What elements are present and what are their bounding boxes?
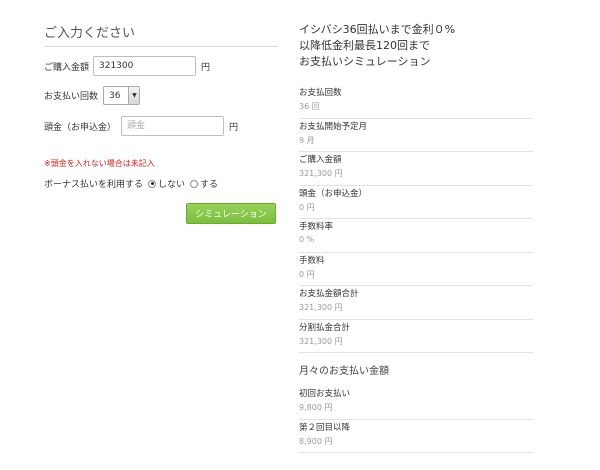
bonus-row: ボーナス払いを利用する しない する xyxy=(44,177,218,190)
price-label: ご購入金額 xyxy=(44,62,90,73)
result-title: イシバシ36回払いまで金利０% 以降低金利最長120回まで お支払いシミュレーシ… xyxy=(299,22,533,70)
count-select[interactable]: 36 ▼ xyxy=(103,86,141,105)
monthly-label: 初回お支払い xyxy=(299,389,351,399)
simulation-button[interactable]: シミュレーション xyxy=(186,203,276,224)
form-title: ご入力ください xyxy=(44,22,278,47)
result-title-line3: お支払いシミュレーション xyxy=(299,55,431,68)
result-item: お支払開始予定月 9 月 xyxy=(299,119,533,152)
down-payment-input[interactable] xyxy=(121,116,224,136)
monthly-item: 初回お支払い 9,800 円 xyxy=(299,386,533,420)
result-value: 36 回 xyxy=(299,102,320,111)
count-select-value: 36 xyxy=(109,90,121,101)
bonus-label: ボーナス払いを利用する xyxy=(44,180,144,190)
result-value: 0 円 xyxy=(299,202,315,212)
simulation-result: イシバシ36回払いまで金利０% 以降低金利最長120回まで お支払いシミュレーシ… xyxy=(299,22,533,453)
monthly-label: 第２回目以降 xyxy=(299,422,351,433)
result-label: 手数料率 xyxy=(299,222,334,232)
result-value: 9 月 xyxy=(299,135,315,145)
bonus-yes-radio[interactable] xyxy=(190,179,199,188)
result-label: お支払開始予定月 xyxy=(299,121,368,132)
result-value: 0 円 xyxy=(299,269,315,279)
price-input[interactable] xyxy=(93,56,196,76)
price-unit: 円 xyxy=(201,62,211,73)
result-label: 手数料 xyxy=(299,255,325,266)
down-payment-row: 頭金（お申込金） 円 xyxy=(44,116,238,136)
result-label: お支払回数 xyxy=(299,88,342,98)
monthly-value: 8,900 円 xyxy=(299,436,333,446)
result-list: お支払回数 36 回 お支払開始予定月 9 月 ご購入金額 321,300 円 … xyxy=(299,85,533,353)
result-value: 321,300 円 xyxy=(299,336,343,346)
count-row: お支払い回数 36 ▼ xyxy=(44,86,141,105)
bonus-no-label[interactable]: しない xyxy=(158,177,185,190)
result-item: お支払回数 36 回 xyxy=(299,85,533,119)
monthly-title: 月々のお支払い金額 xyxy=(299,366,389,377)
input-form: ご入力ください ご購入金額 円 お支払い回数 36 ▼ 頭金（お申込金） 円 ※… xyxy=(44,22,278,224)
result-title-line2: 以降低金利最長120回まで xyxy=(299,39,430,52)
monthly-item: 第２回目以降 8,900 円 xyxy=(299,420,533,453)
down-payment-note: ※頭金を入れない場合は未記入 xyxy=(44,159,155,168)
result-value: 0 % xyxy=(299,235,315,244)
count-label: お支払い回数 xyxy=(44,92,99,102)
result-title-line1: イシバシ36回払いまで金利０% xyxy=(299,23,456,36)
bonus-no-radio[interactable] xyxy=(148,179,157,188)
result-item: 頭金（お申込金） 0 円 xyxy=(299,186,533,219)
monthly-value: 9,800 円 xyxy=(299,403,333,412)
result-value: 321,300 円 xyxy=(299,169,343,178)
monthly-list: 初回お支払い 9,800 円 第２回目以降 8,900 円 xyxy=(299,386,533,453)
down-payment-label: 頭金（お申込金） xyxy=(44,122,117,133)
bonus-yes-label[interactable]: する xyxy=(200,177,218,190)
result-item: 分割払金合計 321,300 円 xyxy=(299,320,533,353)
down-payment-unit: 円 xyxy=(229,122,239,133)
price-row: ご購入金額 円 xyxy=(44,56,210,76)
result-value: 321,300 円 xyxy=(299,303,343,312)
result-item: 手数料 0 円 xyxy=(299,253,533,286)
chevron-down-icon: ▼ xyxy=(128,87,140,104)
result-label: 分割払金合計 xyxy=(299,322,351,333)
result-label: 頭金（お申込金） xyxy=(299,188,368,199)
result-label: お支払金額合計 xyxy=(299,289,359,299)
result-label: ご購入金額 xyxy=(299,155,342,165)
result-item: お支払金額合計 321,300 円 xyxy=(299,286,533,320)
result-item: ご購入金額 321,300 円 xyxy=(299,152,533,186)
result-item: 手数料率 0 % xyxy=(299,219,533,253)
